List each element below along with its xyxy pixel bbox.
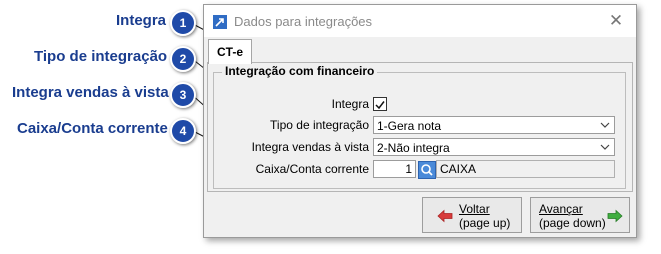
chevron-down-icon: [600, 144, 610, 150]
arrow-left-icon: [437, 209, 453, 223]
tipo-integracao-label: Tipo de integração: [270, 118, 369, 132]
caixa-conta-label: Caixa/Conta corrente: [255, 162, 369, 176]
avancar-button[interactable]: Avançar (page down): [530, 197, 630, 233]
checkmark-icon: [375, 101, 385, 110]
integra-vendas-label: Integra vendas à vista: [251, 140, 369, 154]
callout-label-caixa: Caixa/Conta corrente: [17, 120, 168, 137]
app-icon: [213, 15, 227, 29]
search-icon: [421, 164, 433, 176]
voltar-shortcut: (page up): [459, 216, 511, 230]
close-icon: ✕: [608, 11, 624, 30]
tipo-integracao-select[interactable]: 1-Gera nota: [373, 116, 615, 134]
callout-label-tipo: Tipo de integração: [34, 48, 168, 65]
caixa-code-input[interactable]: 1: [373, 160, 416, 178]
chevron-down-icon: [600, 122, 610, 128]
lookup-button[interactable]: [418, 161, 436, 179]
dialog-window: Dados para integrações ✕ CT-e Integração…: [203, 4, 637, 238]
callout-badge-4: 4: [170, 118, 196, 144]
integra-checkbox[interactable]: [373, 97, 387, 111]
group-title: Integração com financeiro: [222, 64, 378, 78]
integra-vendas-select[interactable]: 2-Não integra: [373, 138, 615, 156]
window-title: Dados para integrações: [234, 14, 373, 29]
voltar-button[interactable]: Voltar (page up): [422, 197, 522, 233]
callout-label-vendas: Integra vendas à vista: [12, 84, 169, 101]
voltar-label: Voltar: [459, 202, 490, 216]
tipo-integracao-value: 1-Gera nota: [377, 119, 442, 133]
caixa-name-field: CAIXA: [436, 160, 615, 178]
integra-label: Integra: [331, 97, 369, 111]
avancar-label: Avançar: [539, 202, 583, 216]
tab-cte[interactable]: CT-e: [208, 39, 252, 64]
tab-page: Integração com financeiro Integra Tipo d…: [207, 62, 633, 192]
avancar-shortcut: (page down): [539, 216, 606, 230]
close-button[interactable]: ✕: [606, 11, 626, 31]
callout-label-integra: Integra: [116, 12, 167, 29]
callout-badge-2: 2: [170, 46, 196, 72]
arrow-right-icon: [607, 209, 623, 223]
callout-badge-3: 3: [170, 82, 196, 108]
title-bar: Dados para integrações ✕: [204, 5, 636, 37]
callout-badge-1: 1: [170, 10, 196, 36]
groupbox-integracao-financeiro: Integração com financeiro Integra Tipo d…: [213, 64, 626, 189]
integra-vendas-value: 2-Não integra: [377, 141, 450, 155]
